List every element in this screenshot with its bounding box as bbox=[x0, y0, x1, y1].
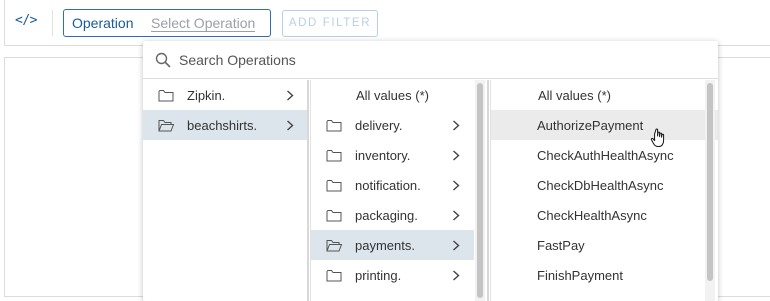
list-item-zipkin[interactable]: Zipkin. bbox=[143, 80, 307, 110]
hand-pointer-icon bbox=[650, 128, 665, 147]
operation-column: All values (*) AuthorizePayment CheckAut… bbox=[490, 80, 718, 301]
list-item-label: CheckHealthAsync bbox=[537, 208, 647, 223]
list-item-label: FinishPayment bbox=[537, 268, 623, 283]
column-divider bbox=[487, 80, 489, 301]
folder-icon bbox=[326, 210, 342, 222]
list-item-label: notification. bbox=[355, 178, 421, 193]
list-item-label: packaging. bbox=[355, 208, 418, 223]
list-item-label: AuthorizePayment bbox=[537, 118, 644, 133]
list-item-delivery[interactable]: delivery. bbox=[311, 110, 474, 140]
column-divider bbox=[307, 80, 309, 301]
list-item-fastpay[interactable]: FastPay bbox=[491, 230, 718, 260]
search-bar bbox=[143, 41, 718, 79]
operation-filter-label: Operation bbox=[72, 15, 134, 31]
chevron-right-icon bbox=[453, 270, 460, 281]
list-item-authorizepayment[interactable]: AuthorizePayment bbox=[491, 110, 718, 140]
list-item-label: CheckAuthHealthAsync bbox=[537, 148, 674, 163]
list-item-notification[interactable]: notification. bbox=[311, 170, 474, 200]
scrollbar-thumb[interactable] bbox=[477, 83, 483, 298]
search-operations-input[interactable] bbox=[179, 50, 699, 70]
chevron-right-icon bbox=[453, 120, 460, 131]
list-item-checkdbhealthasync[interactable]: CheckDbHealthAsync bbox=[491, 170, 718, 200]
list-item-beachshirts[interactable]: beachshirts. bbox=[143, 110, 307, 140]
list-item-label: beachshirts. bbox=[187, 118, 258, 133]
search-icon bbox=[155, 52, 171, 68]
list-item-label: printing. bbox=[355, 268, 402, 283]
list-item-label: payments. bbox=[355, 238, 415, 253]
all-values-label: All values (*) bbox=[538, 88, 611, 103]
list-item-label: delivery. bbox=[355, 118, 403, 133]
chevron-right-icon bbox=[453, 210, 460, 221]
folder-open-icon bbox=[158, 120, 174, 132]
chevron-right-icon bbox=[453, 180, 460, 191]
code-view-icon[interactable]: </> bbox=[15, 13, 37, 28]
list-item-checkauthhealthasync[interactable]: CheckAuthHealthAsync bbox=[491, 140, 718, 170]
folder-open-icon bbox=[326, 240, 342, 252]
folder-icon bbox=[326, 180, 342, 192]
folder-icon bbox=[326, 120, 342, 132]
service-column: Zipkin. beachshirts. bbox=[143, 80, 307, 301]
chevron-right-icon bbox=[287, 120, 294, 131]
namespace-column: All values (*) delivery. inventory. noti… bbox=[310, 80, 474, 301]
folder-icon bbox=[326, 150, 342, 162]
chevron-right-icon bbox=[453, 150, 460, 161]
add-filter-button[interactable]: ADD FILTER bbox=[282, 10, 378, 37]
list-item-label: FastPay bbox=[537, 238, 585, 253]
all-values-label: All values (*) bbox=[356, 88, 429, 103]
list-item-printing[interactable]: printing. bbox=[311, 260, 474, 290]
list-item-packaging[interactable]: packaging. bbox=[311, 200, 474, 230]
list-item-payments[interactable]: payments. bbox=[311, 230, 474, 260]
list-item-inventory[interactable]: inventory. bbox=[311, 140, 474, 170]
list-item-label: Zipkin. bbox=[187, 88, 226, 103]
folder-icon bbox=[158, 90, 174, 102]
list-item-label: CheckDbHealthAsync bbox=[537, 178, 664, 193]
namespace-scrollbar[interactable] bbox=[475, 80, 485, 301]
folder-icon bbox=[326, 270, 342, 282]
scrollbar-thumb[interactable] bbox=[707, 83, 713, 281]
all-values-item[interactable]: All values (*) bbox=[491, 80, 718, 110]
operation-filter-chip[interactable]: Operation Select Operation bbox=[63, 9, 271, 37]
list-item-checkhealthasync[interactable]: CheckHealthAsync bbox=[491, 200, 718, 230]
chevron-right-icon bbox=[287, 90, 294, 101]
toolbar-divider bbox=[52, 10, 53, 36]
list-item-label: inventory. bbox=[355, 148, 411, 163]
all-values-item[interactable]: All values (*) bbox=[311, 80, 474, 110]
filter-toolbar: </> Operation Select Operation ADD FILTE… bbox=[4, 0, 770, 46]
list-item-finishpayment[interactable]: FinishPayment bbox=[491, 260, 718, 290]
operation-dropdown: Zipkin. beachshirts. All values (*) deli… bbox=[143, 41, 718, 301]
chevron-right-icon bbox=[453, 240, 460, 251]
select-operation-field[interactable]: Select Operation bbox=[151, 15, 256, 32]
operation-scrollbar[interactable] bbox=[705, 80, 715, 301]
